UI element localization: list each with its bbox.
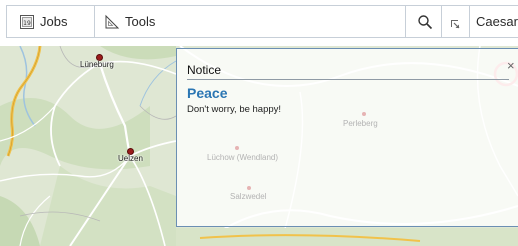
- toolbar-bar: 19 Jobs Tools Caesar: [6, 5, 518, 38]
- place-label: Uelzen: [118, 154, 143, 163]
- user-button[interactable]: Caesar: [476, 6, 518, 37]
- tools-button[interactable]: Tools: [104, 6, 155, 37]
- notice-divider: [187, 79, 509, 80]
- notice-title: Notice: [187, 63, 222, 77]
- svg-text:19: 19: [23, 20, 31, 27]
- jobs-button[interactable]: 19 Jobs: [19, 6, 67, 37]
- notice-heading: Peace: [187, 85, 228, 101]
- faded-place-marker: [235, 146, 239, 150]
- faded-place-marker: [247, 186, 251, 190]
- toolbar-divider: [405, 6, 406, 37]
- faded-place-label: Perleberg: [343, 119, 378, 128]
- place-label: Lüneburg: [80, 60, 114, 69]
- search-icon: [417, 14, 433, 30]
- jobs-icon: 19: [19, 14, 35, 30]
- tools-icon: [104, 14, 120, 30]
- close-icon[interactable]: ×: [507, 58, 515, 73]
- toolbar: 19 Jobs Tools Caesar: [0, 0, 518, 46]
- user-label: Caesar: [476, 14, 518, 29]
- toolbar-divider: [469, 6, 470, 37]
- expand-button[interactable]: [444, 6, 466, 37]
- toolbar-divider: [441, 6, 442, 37]
- expand-icon: [450, 17, 460, 28]
- faded-place-label: Salzwedel: [230, 192, 267, 201]
- faded-place-marker: [362, 112, 366, 116]
- tools-label: Tools: [125, 14, 156, 29]
- faded-place-label: Lüchow (Wendland): [207, 153, 279, 162]
- jobs-label: Jobs: [40, 14, 68, 29]
- toolbar-divider: [94, 6, 95, 37]
- notice-message: Don't worry, be happy!: [187, 104, 282, 115]
- notice-popup: Perleberg Lüchow (Wendland) Salzwedel No…: [176, 48, 518, 227]
- search-button[interactable]: [414, 6, 436, 37]
